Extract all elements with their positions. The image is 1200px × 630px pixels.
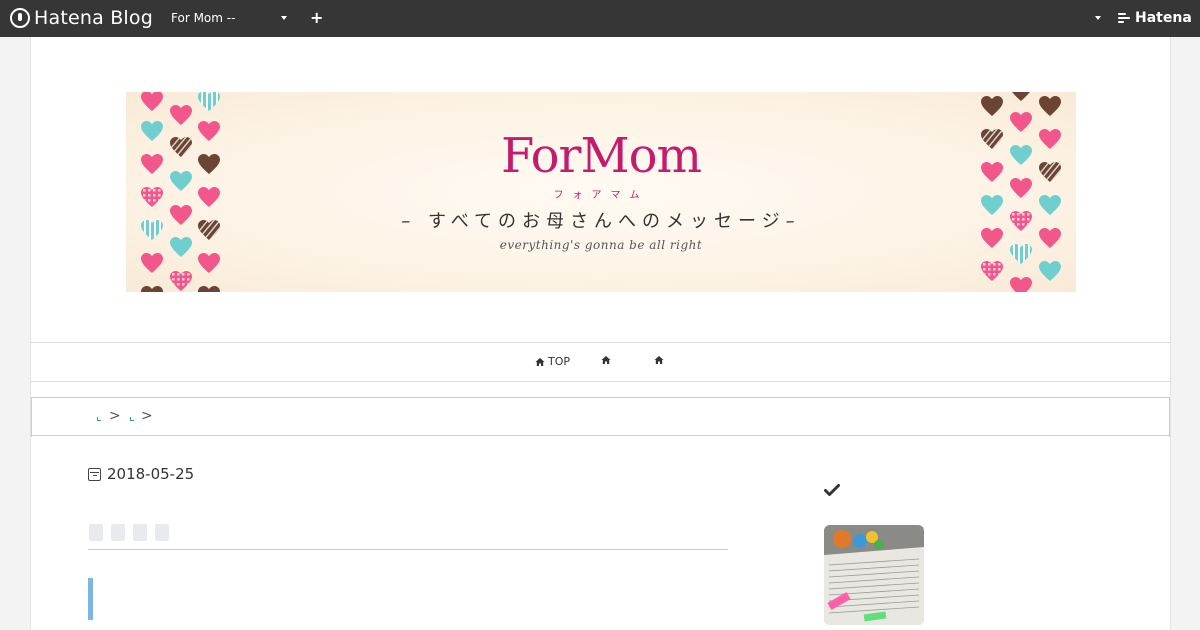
breadcrumb: > > xyxy=(31,397,1170,437)
blog-page: ForMom フォアマム – すべてのお母さんへのメッセージ– everythi… xyxy=(30,37,1171,630)
post-date-text: 2018-05-25 xyxy=(107,465,195,483)
hatena-blog-logo[interactable]: Hatena Blog xyxy=(10,7,153,29)
check-icon xyxy=(824,484,840,496)
post-date[interactable]: 2018-05-25 xyxy=(88,465,194,483)
add-post-button[interactable]: + xyxy=(310,8,323,27)
heart-icon xyxy=(140,92,164,112)
hatena-brand: Hatena xyxy=(1135,10,1192,26)
banner-subtitle: – すべてのお母さんへのメッセージ– xyxy=(401,211,801,232)
title-divider xyxy=(88,549,728,550)
breadcrumb-link-home[interactable] xyxy=(97,417,101,421)
heart-icon xyxy=(1009,276,1033,292)
global-nav: TOP xyxy=(31,342,1170,382)
heart-icon xyxy=(140,252,164,274)
banner-tagline: everything's gonna be all right xyxy=(499,238,703,252)
hatena-topbar: Hatena Blog For Mom -- + Hatena xyxy=(0,0,1200,37)
heart-icon xyxy=(980,260,1004,282)
post-title[interactable] xyxy=(89,524,169,541)
chevron-down-icon[interactable] xyxy=(1095,16,1101,20)
nav-item-label: TOP xyxy=(548,355,571,368)
nav-item-3[interactable] xyxy=(654,355,667,365)
hatena-mark-icon xyxy=(1118,12,1132,24)
sidebar-thumbnail[interactable] xyxy=(824,525,924,625)
heart-icon xyxy=(1038,260,1062,282)
heart-icon xyxy=(1009,92,1033,102)
breadcrumb-separator: > xyxy=(109,408,121,424)
home-icon xyxy=(535,357,545,366)
nav-item-2[interactable] xyxy=(601,355,614,365)
thumbnail-photo xyxy=(824,525,924,625)
heart-icon xyxy=(197,252,221,274)
heart-icon xyxy=(980,95,1004,117)
breadcrumb-separator: > xyxy=(141,408,153,424)
header-banner[interactable]: ForMom フォアマム – すべてのお母さんへのメッセージ– everythi… xyxy=(126,92,1076,292)
hatena-menu[interactable]: Hatena xyxy=(1118,10,1192,26)
blog-selector[interactable]: For Mom -- xyxy=(171,11,235,25)
heart-icon xyxy=(169,270,193,292)
calendar-icon xyxy=(88,467,101,481)
blockquote-bar xyxy=(88,578,93,620)
breadcrumb-link-category[interactable] xyxy=(130,417,134,421)
home-icon xyxy=(654,356,664,364)
banner-title: ForMom xyxy=(500,128,702,184)
home-icon xyxy=(601,356,611,364)
nav-item-top[interactable]: TOP xyxy=(535,355,570,368)
banner-kana: フォアマム xyxy=(553,190,649,201)
heart-icon xyxy=(1038,95,1062,117)
chevron-down-icon[interactable] xyxy=(281,16,287,20)
heart-icon xyxy=(140,285,164,292)
heart-icon xyxy=(197,92,221,112)
heart-icon xyxy=(197,285,221,292)
hatena-blog-brand: Hatena Blog xyxy=(34,7,153,29)
heart-icon xyxy=(169,104,193,126)
hatena-logo-icon xyxy=(10,8,30,28)
